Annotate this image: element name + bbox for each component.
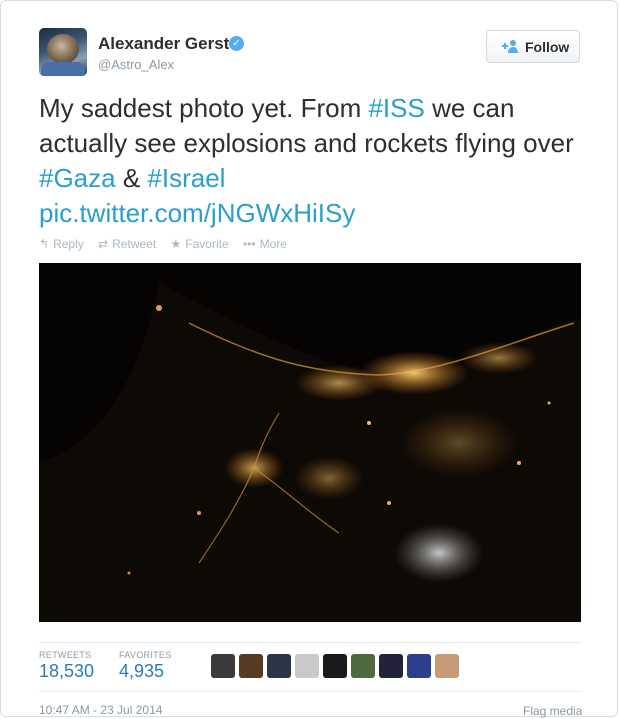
more-action[interactable]: ••• More [243,237,287,251]
avatar[interactable] [295,654,319,678]
user-handle[interactable]: @Astro_Alex [98,57,174,72]
favorite-label: Favorite [185,237,229,251]
hashtag-link[interactable]: #Gaza [39,163,116,193]
tweet-actions: ↰ Reply ⇄ Retweet ★ Favorite ••• More [39,237,298,251]
hashtag-link[interactable]: #ISS [368,93,424,123]
retweet-icon: ⇄ [98,237,109,251]
flag-media-link[interactable]: Flag media [523,704,582,718]
avatar[interactable] [323,654,347,678]
tweet-text-segment: My saddest photo yet. From [39,93,369,123]
avatar[interactable] [239,654,263,678]
retweets-label: RETWEETS [39,650,92,660]
avatar[interactable] [407,654,431,678]
favorites-count[interactable]: 4,935 [119,661,164,682]
tweet-timestamp[interactable]: 10:47 AM - 23 Jul 2014 [39,703,162,717]
star-icon: ★ [170,237,182,251]
reply-label: Reply [53,237,84,251]
user-name[interactable]: Alexander Gerst [98,34,229,54]
avatar[interactable] [39,28,87,76]
more-label: More [259,237,287,251]
retweets-count[interactable]: 18,530 [39,661,94,682]
tweet-text: My saddest photo yet. From #ISS we can a… [39,91,584,231]
follow-button[interactable]: Follow [486,30,580,63]
more-icon: ••• [243,237,256,251]
avatar-suit [41,62,85,76]
avatar[interactable] [211,654,235,678]
avatar[interactable] [435,654,459,678]
verified-icon: ✓ [229,36,244,51]
night-earth-image [39,263,581,622]
retweet-action[interactable]: ⇄ Retweet [98,237,156,251]
reply-action[interactable]: ↰ Reply [39,237,84,251]
avatar[interactable] [267,654,291,678]
tweet-photo[interactable] [39,263,581,622]
divider [39,691,581,692]
media-link[interactable]: pic.twitter.com/jNGWxHiISy [39,198,355,228]
tweet-text-segment: & [115,163,148,193]
divider [39,642,581,643]
reply-icon: ↰ [39,237,50,251]
follow-label: Follow [525,39,570,55]
avatar[interactable] [351,654,375,678]
avatar[interactable] [379,654,403,678]
favorites-label: FAVORITES [119,650,172,660]
favorite-action[interactable]: ★ Favorite [171,237,229,251]
avatar-helmet [47,34,79,64]
add-person-icon [502,40,518,53]
tweet-card: Alexander Gerst ✓ @Astro_Alex Follow My … [0,0,618,718]
retweet-label: Retweet [112,237,157,251]
hashtag-link[interactable]: #Israel [147,163,225,193]
